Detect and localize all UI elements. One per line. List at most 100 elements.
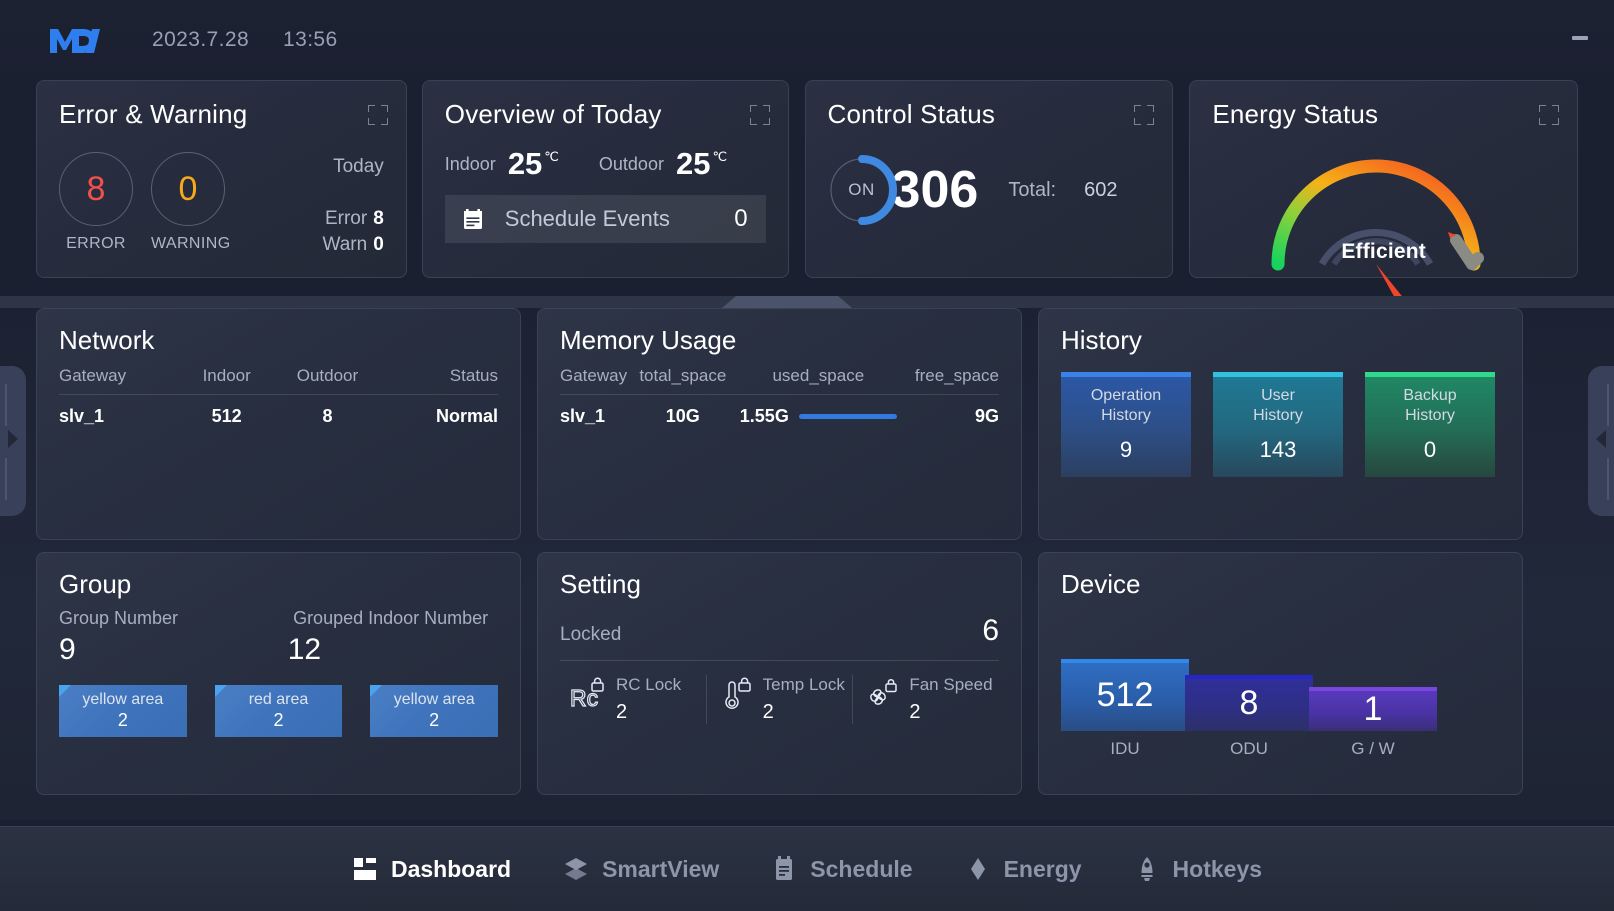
- group-number-value: 9: [59, 633, 76, 666]
- left-panel-handle[interactable]: [0, 366, 26, 516]
- device-bar-odu[interactable]: 8 ODU: [1185, 675, 1313, 759]
- calendar-icon: [771, 856, 797, 882]
- nav-item-energy[interactable]: Energy: [939, 856, 1108, 883]
- card-memory-usage: Memory Usage Gateway total_space used_sp…: [537, 308, 1022, 540]
- nav-item-schedule[interactable]: Schedule: [745, 856, 938, 883]
- cell-used-space: 1.55G: [731, 395, 905, 428]
- indoor-temperature: Indoor 25 ℃: [445, 148, 559, 179]
- card-title: Error & Warning: [59, 99, 248, 129]
- setting-item-fan-speed[interactable]: Fan Speed 2: [852, 675, 999, 724]
- area-value: 2: [117, 710, 128, 730]
- layers-icon: [563, 856, 589, 882]
- on-label: ON: [848, 180, 875, 199]
- history-tile-label-line2: History: [1253, 407, 1303, 424]
- nav-label: Energy: [1003, 855, 1082, 882]
- history-tile-operation[interactable]: Operation History 9: [1061, 372, 1191, 477]
- total-value: 602: [1084, 178, 1118, 201]
- card-error-warning: Error & Warning 8 ERROR 0 WARNING Today …: [36, 80, 407, 278]
- cell-status: Normal: [435, 406, 498, 426]
- card-setting: Setting Locked 6 Rc RC Lock 2 Temp Lock …: [537, 552, 1022, 795]
- expand-icon[interactable]: [1539, 105, 1559, 125]
- card-group: Group Group Number Grouped Indoor Number…: [36, 552, 521, 795]
- group-area-tile[interactable]: red area 2: [214, 685, 343, 737]
- panel-collapse-handle[interactable]: [722, 296, 852, 308]
- column-left: Network Gateway Indoor Outdoor Status sl…: [36, 308, 521, 795]
- expand-icon[interactable]: [367, 105, 388, 125]
- nav-label: Schedule: [810, 855, 913, 882]
- energy-gauge: Efficient: [1212, 132, 1555, 326]
- nav-item-smartview[interactable]: SmartView: [537, 856, 745, 883]
- tile-cap: [1365, 372, 1495, 377]
- warn-stat-value: 0: [373, 233, 384, 255]
- outdoor-label: Outdoor: [598, 154, 664, 174]
- setting-item-label: RC Lock: [616, 675, 682, 694]
- cell-gateway: slv_1: [560, 406, 606, 426]
- network-table: Gateway Indoor Outdoor Status slv_1 512 …: [59, 366, 498, 427]
- minimize-icon[interactable]: [1572, 36, 1588, 40]
- table-header-row: Gateway Indoor Outdoor Status: [59, 366, 498, 395]
- schedule-events-button[interactable]: Schedule Events 0: [444, 195, 766, 243]
- total-label: Total:: [1008, 178, 1057, 201]
- top-header-bar: 2023.7.28 13:56: [0, 0, 1614, 80]
- svg-text:Rc: Rc: [570, 685, 598, 711]
- device-bar-gw[interactable]: 1 G / W: [1309, 687, 1437, 759]
- col-total-space: total_space: [639, 366, 727, 385]
- cell-indoor: 512: [211, 406, 242, 426]
- col-free-space: free_space: [914, 366, 999, 385]
- nav-label: Dashboard: [390, 855, 512, 882]
- header-date: 2023.7.28: [152, 28, 250, 51]
- device-bar-label: G / W: [1351, 739, 1395, 758]
- warning-metric: 0 WARNING: [151, 152, 231, 253]
- group-area-tile[interactable]: yellow area 2: [370, 685, 499, 737]
- column-middle: Memory Usage Gateway total_space used_sp…: [537, 308, 1022, 795]
- grouped-indoor-value: 12: [287, 633, 322, 666]
- device-bar-idu[interactable]: 512 IDU: [1061, 659, 1189, 759]
- area-value: 2: [429, 710, 440, 730]
- indoor-label: Indoor: [444, 154, 496, 174]
- right-panel-handle[interactable]: [1588, 366, 1614, 516]
- nav-label: Hotkeys: [1172, 855, 1263, 882]
- cell-total-space: 10G: [665, 406, 700, 426]
- expand-icon[interactable]: [1134, 105, 1155, 125]
- card-title: Group: [59, 569, 132, 599]
- main-content-area: Network Gateway Indoor Outdoor Status sl…: [0, 308, 1614, 820]
- history-tile-label-line1: Backup: [1403, 387, 1457, 404]
- bar-cap: [1309, 687, 1437, 691]
- nav-item-hotkeys[interactable]: Hotkeys: [1108, 856, 1288, 883]
- error-stat-label: Error: [324, 208, 368, 229]
- group-area-tile[interactable]: yellow area 2: [59, 685, 187, 737]
- schedule-events-label: Schedule Events: [504, 206, 670, 231]
- setting-item-rc-lock[interactable]: Rc RC Lock 2: [560, 675, 706, 724]
- area-name: yellow area: [393, 691, 475, 708]
- bar-cap: [1185, 675, 1313, 679]
- outdoor-temperature: Outdoor 25 ℃: [599, 148, 727, 179]
- card-title: Overview of Today: [444, 99, 662, 129]
- col-status: Status: [449, 366, 498, 385]
- device-bar-value: 1: [1363, 689, 1383, 728]
- chevron-left-icon: [1596, 430, 1606, 448]
- history-tile-label-line1: User: [1261, 387, 1295, 404]
- device-bar-label: ODU: [1230, 739, 1268, 758]
- table-row: slv_1 512 8 Normal: [59, 395, 498, 428]
- history-tile-user[interactable]: User History 143: [1213, 372, 1343, 477]
- area-value: 2: [273, 710, 284, 730]
- setting-item-temp-lock[interactable]: Temp Lock 2: [705, 675, 853, 724]
- error-today-stat: Error 8: [322, 206, 384, 232]
- divider-line: [560, 660, 999, 661]
- energy-drop-icon: [965, 856, 991, 882]
- error-count: 8: [59, 152, 133, 226]
- today-label: Today: [333, 156, 384, 177]
- history-tile-backup[interactable]: Backup History 0: [1365, 372, 1495, 477]
- device-bar-value: 8: [1239, 683, 1259, 722]
- nav-item-dashboard[interactable]: Dashboard: [326, 856, 537, 883]
- setting-item-value: 2: [616, 701, 628, 723]
- chevron-right-icon: [8, 430, 18, 448]
- tile-cap: [1061, 372, 1191, 377]
- error-label: ERROR: [66, 235, 126, 252]
- table-header-row: Gateway total_space used_space free_spac…: [560, 366, 999, 395]
- energy-gauge-label: Efficient: [1341, 240, 1426, 263]
- outdoor-unit: ℃: [712, 149, 728, 164]
- card-title: History: [1061, 325, 1142, 355]
- card-title: Network: [59, 325, 155, 355]
- expand-icon[interactable]: [749, 105, 770, 125]
